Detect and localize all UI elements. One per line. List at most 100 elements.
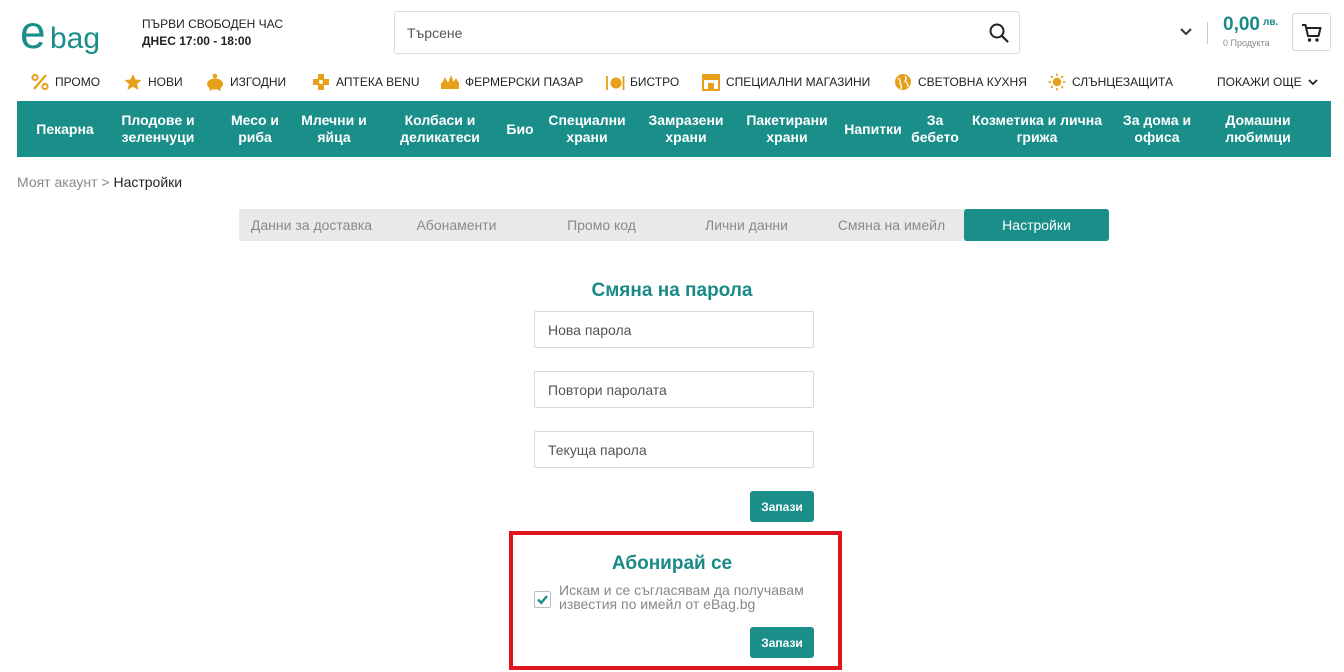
category-label-line1: Пекарна [36,120,94,137]
category-label-line1: Колбаси и [404,112,476,128]
subnav-item-pharmacy[interactable]: АПТЕКА BENU [311,72,420,92]
category-fruits-vegetables[interactable]: Плодове и зеленчуци [113,101,203,157]
breadcrumb-current: Настройки [113,174,183,190]
tab-delivery-data[interactable]: Данни за доставка [239,209,384,241]
subnav-item-promo[interactable]: ПРОМО [30,72,100,92]
delivery-slot-time: ДНЕС 17:00 - 18:00 [142,34,252,48]
subnav-item-world-cuisine[interactable]: СВЕТОВНА КУХНЯ [893,72,1027,92]
category-label-line2: любимци [1225,129,1291,145]
cart-total-amount: 0,00 [1223,14,1260,35]
subnav-label: НОВИ [148,75,183,89]
search-icon[interactable] [988,22,1010,44]
category-label-line2: риба [238,129,272,145]
category-label-line2: храни [566,129,608,145]
category-bar: Пекарна Плодове и зеленчуци Месо и риба Мл… [17,101,1331,157]
category-pets[interactable]: Домашни любимци [1213,101,1303,157]
piggy-bank-icon [205,73,225,91]
current-password-field[interactable] [534,431,814,468]
cart-total[interactable]: 0,00 лв. [1223,14,1278,36]
category-label-line1: Млечни и [301,112,367,128]
subnav-label: ПРОМО [55,75,101,89]
email-consent-checkbox[interactable] [534,591,551,608]
category-label-line2: зеленчуци [121,129,195,145]
subnav-item-special-stores[interactable]: СПЕЦИАЛНИ МАГАЗИНИ [701,72,870,92]
farmers-market-icon [440,73,460,91]
delivery-slot-label: ПЪРВИ СВОБОДЕН ЧАС [142,17,284,31]
logo-e: e [20,8,46,58]
pharmacy-cross-icon [311,73,331,91]
tab-personal-data[interactable]: Лични данни [674,209,819,241]
category-deli[interactable]: Колбаси и деликатеси [393,101,487,157]
cart-button[interactable] [1292,13,1331,51]
breadcrumb-my-account[interactable]: Моят акаунт [17,174,97,190]
category-label-line1: Замразени [648,112,724,128]
chevron-down-icon [1307,79,1318,86]
category-label-line1: Био [506,120,534,137]
tab-promo-code[interactable]: Промо код [529,209,674,241]
tab-subscriptions[interactable]: Абонаменти [384,209,529,241]
subnav-item-sunscreen[interactable]: СЛЪНЦЕЗАЩИТА [1047,72,1173,92]
tab-settings[interactable]: Настройки [964,209,1109,241]
category-label-line1: Месо и [230,112,280,128]
category-meat-fish[interactable]: Месо и риба [215,101,295,157]
cart-icon [1302,24,1322,42]
category-home-office[interactable]: За дома и офиса [1111,101,1203,157]
sun-icon [1047,73,1067,91]
subnav-label: СВЕТОВНА КУХНЯ [918,75,1027,89]
category-frozen-foods[interactable]: Замразени храни [641,101,731,157]
show-more-menu[interactable]: ПОКАЖИ ОЩЕ [1217,72,1319,92]
subnav-label: СЛЪНЦЕЗАЩИТА [1072,75,1173,89]
search-input[interactable] [407,12,977,53]
category-dairy-eggs[interactable]: Млечни и яйца [293,101,375,157]
chevron-down-icon[interactable] [1178,24,1194,40]
category-label-line1: За дома и [1122,112,1192,128]
checkmark-icon [537,595,548,605]
change-password-title: Смяна на парола [591,280,753,301]
category-label-line2: деликатеси [400,129,480,145]
category-label-line2: грижа [1016,129,1058,145]
category-label-line1: Козметика и лична [972,112,1102,128]
subnav-item-bistro[interactable]: БИСТРО [605,72,679,92]
save-subscription-button[interactable]: Запази [750,627,814,658]
cart-product-count: 0 Продукта [1223,38,1270,48]
category-label-line2: бебето [911,129,959,145]
category-label-line1: Напитки [844,120,902,137]
category-label-line1: Плодове и [121,112,195,128]
save-password-button[interactable]: Запази [750,491,814,522]
category-label-line2: офиса [1134,129,1180,145]
subnav-item-deals[interactable]: ИЗГОДНИ [205,72,286,92]
repeat-password-field[interactable] [534,371,814,408]
category-special-foods[interactable]: Специални храни [543,101,631,157]
subnav-label: БИСТРО [630,75,680,89]
category-baby[interactable]: За бебето [907,101,963,157]
category-label-line1: Специални [548,112,626,128]
subnav-label: АПТЕКА BENU [336,75,420,89]
category-bio[interactable]: Био [499,101,541,157]
store-icon [701,73,721,91]
category-label-line2: храни [665,129,707,145]
account-tabs: Данни за доставка Абонаменти Промо код Л… [239,209,1109,241]
delivery-slot-info[interactable]: ПЪРВИ СВОБОДЕН ЧАС ДНЕС 17:00 - 18:00 [142,16,283,50]
email-consent-label[interactable]: Искам и се съгласявам да получавам извес… [559,583,819,611]
cart-currency: лв. [1262,17,1279,28]
category-label-line1: За [926,112,944,128]
new-password-field[interactable] [534,311,814,348]
bistro-icon [605,73,625,91]
logo-bag: bag [50,22,100,55]
header-divider [1207,22,1208,44]
category-bakery[interactable]: Пекарна [27,101,103,157]
tab-change-email[interactable]: Смяна на имейл [819,209,964,241]
ebag-logo[interactable]: e bag [20,8,116,58]
category-drinks[interactable]: Напитки [839,101,907,157]
subnav-item-new[interactable]: НОВИ [123,72,183,92]
category-cosmetics[interactable]: Козметика и лична грижа [967,101,1107,157]
category-label-line2: храни [766,129,808,145]
search-box [394,11,1020,54]
percent-icon [30,73,50,91]
show-more-label: ПОКАЖИ ОЩЕ [1217,75,1302,89]
star-icon [123,73,143,91]
subnav-item-farmers-market[interactable]: ФЕРМЕРСКИ ПАЗАР [440,72,583,92]
category-label-line1: Домашни [1225,112,1291,128]
category-packaged-foods[interactable]: Пакетирани храни [739,101,835,157]
category-label-line2: яйца [317,129,351,145]
